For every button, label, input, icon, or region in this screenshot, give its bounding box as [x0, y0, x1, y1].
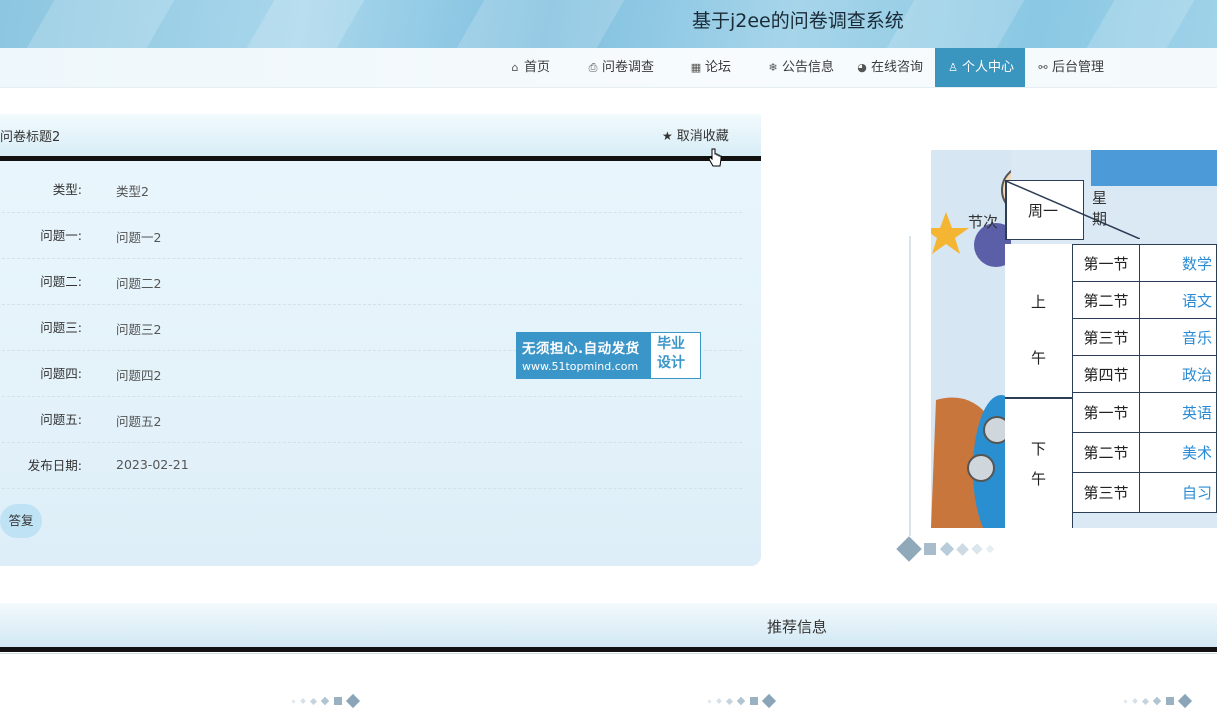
- schedule-table: 星期 节次 周一: [968, 180, 1140, 240]
- subject-cell: 语文: [1139, 281, 1217, 319]
- morning-label: 上午: [1031, 293, 1047, 367]
- user-icon: ♙: [948, 61, 958, 74]
- nav-item-admin[interactable]: ⚯ 后台管理: [1036, 48, 1104, 87]
- watermark-url: www.51topmind.com: [522, 360, 639, 373]
- nav-item-forum[interactable]: ▦ 论坛: [689, 48, 731, 87]
- reply-button[interactable]: 答复: [0, 504, 42, 538]
- header-week: 星期: [1092, 189, 1108, 228]
- period-cell: 第二节: [1072, 432, 1140, 473]
- main-nav: ⌂ 首页 ⎙ 问卷调查 ▦ 论坛 ❄ 公告信息 ◕ 在线咨询 ♙ 个人中心 ⚯ 后台管理: [0, 48, 1217, 88]
- field-row-question-5: 问题五: 问题五2: [0, 396, 742, 443]
- field-row-question-1: 问题一: 问题一2: [0, 212, 742, 259]
- recommend-section-header: 推荐信息: [0, 603, 1217, 652]
- nav-item-label: 后台管理: [1052, 60, 1105, 75]
- survey-title: 问卷标题2: [0, 130, 61, 145]
- diamond-decoration: [896, 536, 995, 562]
- divider: [0, 653, 1217, 654]
- cancel-favorite-label: 取消收藏: [676, 129, 729, 144]
- field-label: 发布日期:: [27, 458, 82, 473]
- nav-item-home[interactable]: ⌂ 首页: [508, 48, 551, 87]
- nav-item-survey[interactable]: ⎙ 问卷调查: [586, 48, 654, 87]
- vertical-deco-line: [909, 236, 911, 536]
- period-cell: 第二节: [1072, 281, 1140, 319]
- subject-cell: 数学: [1139, 244, 1217, 282]
- chat-icon: ◕: [857, 61, 867, 74]
- field-label: 问题四:: [40, 366, 82, 381]
- diamond-decoration: [707, 693, 777, 709]
- field-value: 问题四2: [116, 368, 162, 383]
- nav-item-label: 公告信息: [782, 60, 835, 75]
- header-period: 节次: [968, 213, 999, 231]
- nav-item-label: 首页: [524, 60, 551, 75]
- cancel-favorite-button[interactable]: ★ 取消收藏: [662, 125, 729, 144]
- recommend-title: 推荐信息: [767, 618, 828, 636]
- nav-item-label: 个人中心: [962, 60, 1015, 75]
- afternoon-label: 下午: [1031, 440, 1047, 488]
- site-title: 基于j2ee的问卷调查系统: [692, 10, 904, 32]
- field-value: 问题一2: [116, 230, 162, 245]
- field-row-question-2: 问题二: 问题二2: [0, 258, 742, 305]
- period-cell: 第三节: [1072, 472, 1140, 513]
- field-value: 类型2: [116, 184, 149, 199]
- printer-icon: ⎙: [588, 61, 598, 74]
- nav-item-consult[interactable]: ◕ 在线咨询: [855, 48, 923, 87]
- diamond-decoration: [291, 693, 361, 709]
- watermark-right-1: 毕业: [657, 336, 685, 352]
- card-header: 问卷标题2 ★ 取消收藏: [0, 114, 761, 167]
- nav-item-notice[interactable]: ❄ 公告信息: [766, 48, 834, 87]
- astronaut-decoration: [931, 150, 1011, 528]
- field-label: 问题二:: [40, 274, 82, 289]
- grid-icon: ▦: [690, 61, 702, 74]
- diagonal-divider: [1006, 181, 1140, 239]
- snowflake-icon: ❄: [768, 61, 778, 74]
- watermark-right-2: 设计: [657, 355, 685, 371]
- home-icon: ⌂: [511, 61, 519, 74]
- period-cell: 第四节: [1072, 355, 1140, 393]
- schedule-illustration: 星期 节次 周一 上午 下午 第一节 数学 第二节 语文 第三节 音乐 第四节 政治 第…: [931, 150, 1217, 528]
- field-value: 2023-02-21: [116, 457, 189, 472]
- nav-item-label: 论坛: [705, 60, 732, 75]
- field-label: 问题三:: [40, 320, 82, 335]
- period-cell: 第一节: [1072, 392, 1140, 433]
- watermark-badge: 无须担心.自动发货 www.51topmind.com 毕业 设计: [516, 332, 701, 379]
- field-row-publish-date: 发布日期: 2023-02-21: [0, 442, 742, 489]
- link-icon: ⚯: [1038, 61, 1048, 74]
- field-label: 类型:: [52, 182, 82, 197]
- watermark-line-1: 无须担心.自动发货: [522, 341, 640, 357]
- nav-item-personal-center[interactable]: ♙ 个人中心: [935, 48, 1026, 87]
- period-cell: 第一节: [1072, 244, 1140, 282]
- field-label: 问题五:: [40, 412, 82, 427]
- half-divider: [1005, 397, 1072, 399]
- schedule-side-column: 上午 下午: [1005, 244, 1073, 528]
- star-icon: ★: [662, 129, 673, 143]
- period-cell: 第三节: [1072, 318, 1140, 356]
- field-value: 问题三2: [116, 322, 162, 337]
- diamond-decoration: [1123, 693, 1193, 709]
- subject-cell: 美术: [1139, 432, 1217, 473]
- field-label: 问题一:: [40, 228, 82, 243]
- title-banner: 基于j2ee的问卷调查系统: [0, 0, 1217, 48]
- nav-item-label: 问卷调查: [602, 60, 655, 75]
- subject-cell: 音乐: [1139, 318, 1217, 356]
- schedule-rows: 第一节 数学 第二节 语文 第三节 音乐 第四节 政治 第一节 英语 第二节 美术 第三节自…: [1072, 244, 1217, 513]
- field-value: 问题五2: [116, 414, 162, 429]
- subject-cell: 英语: [1139, 392, 1217, 433]
- subject-cell: 自习: [1139, 472, 1217, 513]
- field-row-type: 类型: 类型2: [0, 166, 742, 213]
- subject-cell: 政治: [1139, 355, 1217, 393]
- field-value: 问题二2: [116, 276, 162, 291]
- nav-item-label: 在线咨询: [871, 60, 924, 75]
